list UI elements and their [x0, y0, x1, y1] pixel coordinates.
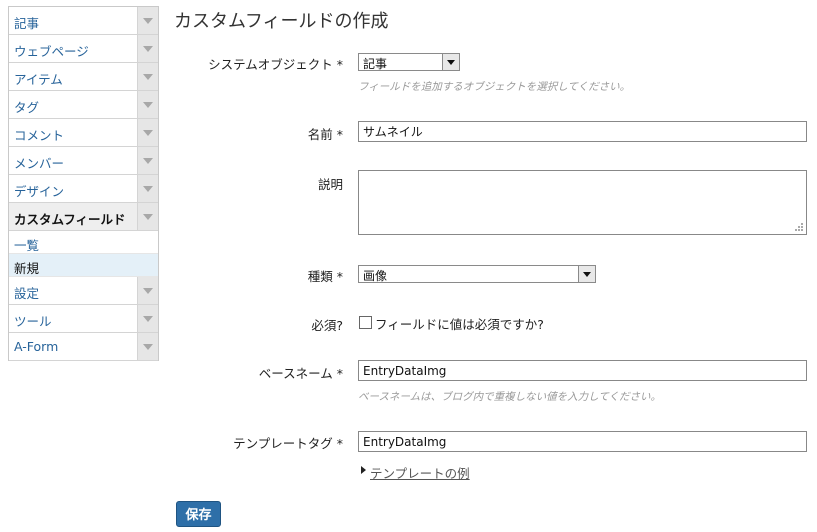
system-object-label: システムオブジェクト * — [208, 57, 343, 72]
sidebar-subitem-label: 一覧 — [14, 238, 40, 253]
sidebar-item-label: ウェブページ — [14, 44, 89, 59]
sidebar-item-label: 記事 — [14, 16, 40, 31]
basename-label: ベースネーム * — [258, 366, 343, 381]
page-title: カスタムフィールドの作成 — [174, 11, 389, 32]
system-object-select[interactable]: 記事 — [358, 53, 460, 71]
sidebar-item-label: カスタムフィールド — [14, 212, 126, 227]
chevron-down-icon[interactable] — [137, 333, 158, 360]
chevron-down-icon[interactable] — [137, 91, 158, 118]
sidebar-item-design[interactable]: デザイン — [9, 175, 158, 203]
sidebar-item-label: アイテム — [14, 72, 63, 87]
basename-input[interactable] — [358, 360, 807, 381]
resize-grip-icon[interactable] — [795, 223, 804, 232]
description-label: 説明 — [317, 177, 343, 192]
type-label: 種類 * — [307, 269, 343, 284]
chevron-down-icon[interactable] — [137, 119, 158, 146]
system-object-value: 記事 — [363, 57, 388, 71]
template-example-link[interactable]: テンプレートの例 — [370, 463, 470, 482]
sidebar-item-label: コメント — [14, 128, 65, 143]
sidebar-nav: 記事 ウェブページ アイテム タグ コメント メンバー デザイン カスタムフィー… — [8, 6, 159, 361]
basename-hint: ベースネームは、ブログ内で重複しない値を入力してください。 — [358, 391, 662, 403]
sidebar-item-custom-fields[interactable]: カスタムフィールド — [9, 203, 158, 231]
template-tag-input[interactable] — [358, 431, 807, 452]
chevron-down-icon[interactable] — [137, 147, 158, 174]
system-object-hint: フィールドを追加するオブジェクトを選択してください。 — [358, 81, 631, 93]
chevron-down-icon[interactable] — [137, 305, 158, 332]
sidebar-subitem-list[interactable]: 一覧 — [9, 231, 158, 254]
dropdown-arrow-icon[interactable] — [578, 266, 595, 282]
name-input[interactable] — [358, 121, 807, 142]
required-checkbox[interactable] — [359, 316, 372, 329]
sidebar-item-entries[interactable]: 記事 — [9, 7, 158, 35]
chevron-down-icon[interactable] — [137, 63, 158, 90]
save-button[interactable]: 保存 — [176, 501, 221, 527]
sidebar-item-label: 設定 — [14, 286, 40, 301]
sidebar-item-settings[interactable]: 設定 — [9, 277, 158, 305]
sidebar-subitem-label: 新規 — [14, 261, 40, 276]
type-value: 画像 — [363, 269, 388, 283]
sidebar-item-webpages[interactable]: ウェブページ — [9, 35, 158, 63]
required-label: 必須? — [311, 318, 343, 333]
name-label: 名前 * — [307, 127, 343, 142]
sidebar-item-tags[interactable]: タグ — [9, 91, 158, 119]
chevron-down-icon[interactable] — [137, 277, 158, 304]
sidebar-item-tools[interactable]: ツール — [9, 305, 158, 333]
caret-right-icon — [361, 466, 366, 474]
chevron-down-icon[interactable] — [137, 203, 158, 230]
sidebar-item-label: A-Form — [14, 339, 59, 354]
required-checkbox-label[interactable]: フィールドに値は必須ですか? — [375, 314, 544, 333]
sidebar-item-aform[interactable]: A-Form — [9, 333, 158, 361]
chevron-down-icon[interactable] — [137, 175, 158, 202]
template-tag-label: テンプレートタグ * — [233, 436, 343, 451]
chevron-down-icon[interactable] — [137, 7, 158, 34]
sidebar-item-label: ツール — [14, 314, 52, 329]
description-textarea[interactable] — [358, 170, 807, 235]
chevron-down-icon[interactable] — [137, 35, 158, 62]
dropdown-arrow-icon[interactable] — [442, 54, 459, 70]
type-select[interactable]: 画像 — [358, 265, 596, 283]
sidebar-item-label: メンバー — [14, 156, 65, 171]
sidebar-subitem-new[interactable]: 新規 — [9, 254, 158, 277]
sidebar-item-assets[interactable]: アイテム — [9, 63, 158, 91]
sidebar-item-label: デザイン — [14, 184, 65, 199]
sidebar-item-label: タグ — [14, 100, 40, 115]
sidebar-item-comments[interactable]: コメント — [9, 119, 158, 147]
sidebar-item-members[interactable]: メンバー — [9, 147, 158, 175]
